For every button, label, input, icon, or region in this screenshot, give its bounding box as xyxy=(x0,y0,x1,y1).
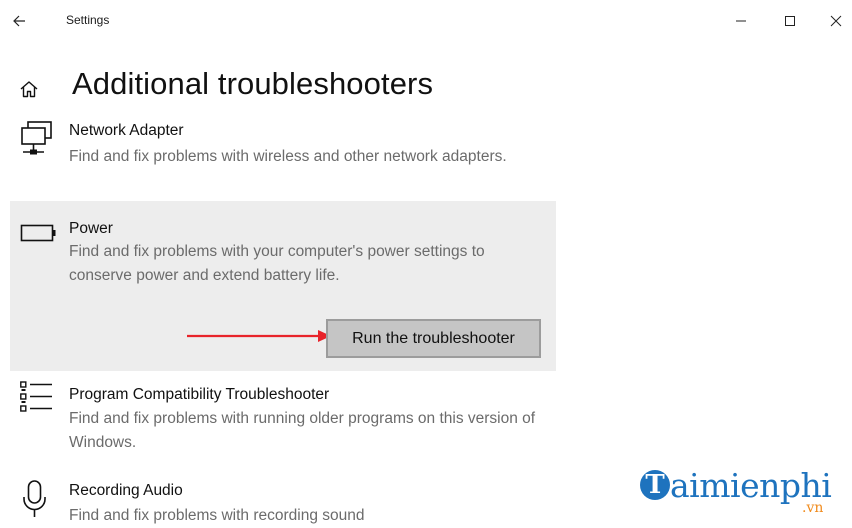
troubleshooter-program-compatibility[interactable]: Program Compatibility Troubleshooter Fin… xyxy=(10,380,556,460)
troubleshooter-name: Program Compatibility Troubleshooter xyxy=(69,386,330,403)
watermark-logo-letter: T xyxy=(640,470,670,500)
page-title: Additional troubleshooters xyxy=(72,66,434,101)
minimize-icon xyxy=(736,20,746,22)
home-icon[interactable] xyxy=(18,78,40,100)
troubleshooter-power[interactable]: Power Find and fix problems with your co… xyxy=(10,201,556,371)
troubleshooter-description: Find and fix problems with recording sou… xyxy=(69,507,365,524)
network-adapter-icon xyxy=(20,120,54,161)
close-icon xyxy=(830,15,842,27)
minimize-button[interactable] xyxy=(728,10,754,32)
list-icon xyxy=(20,381,54,418)
run-troubleshooter-button[interactable]: Run the troubleshooter xyxy=(326,319,541,358)
watermark-logo: T aimienphi .vn xyxy=(640,466,840,516)
troubleshooter-network-adapter[interactable]: Network Adapter Find and fix problems wi… xyxy=(10,118,556,194)
annotation-arrow xyxy=(187,330,331,342)
troubleshooter-description: Find and fix problems with your computer… xyxy=(69,243,485,284)
troubleshooter-name: Network Adapter xyxy=(69,122,184,139)
maximize-icon xyxy=(785,16,795,26)
close-button[interactable] xyxy=(823,10,849,32)
troubleshooter-recording-audio[interactable]: Recording Audio Find and fix problems wi… xyxy=(10,478,556,524)
battery-icon xyxy=(20,223,58,248)
back-arrow-icon[interactable] xyxy=(10,10,32,32)
troubleshooter-description: Find and fix problems with running older… xyxy=(69,410,536,451)
troubleshooter-description: Find and fix problems with wireless and … xyxy=(69,148,507,165)
maximize-button[interactable] xyxy=(777,10,803,32)
watermark-logo-suffix: .vn xyxy=(802,500,824,516)
microphone-icon xyxy=(20,479,54,524)
title-bar: Settings xyxy=(0,0,852,44)
window-title: Settings xyxy=(66,13,110,27)
troubleshooter-name: Recording Audio xyxy=(69,482,183,499)
troubleshooter-name: Power xyxy=(69,220,113,237)
